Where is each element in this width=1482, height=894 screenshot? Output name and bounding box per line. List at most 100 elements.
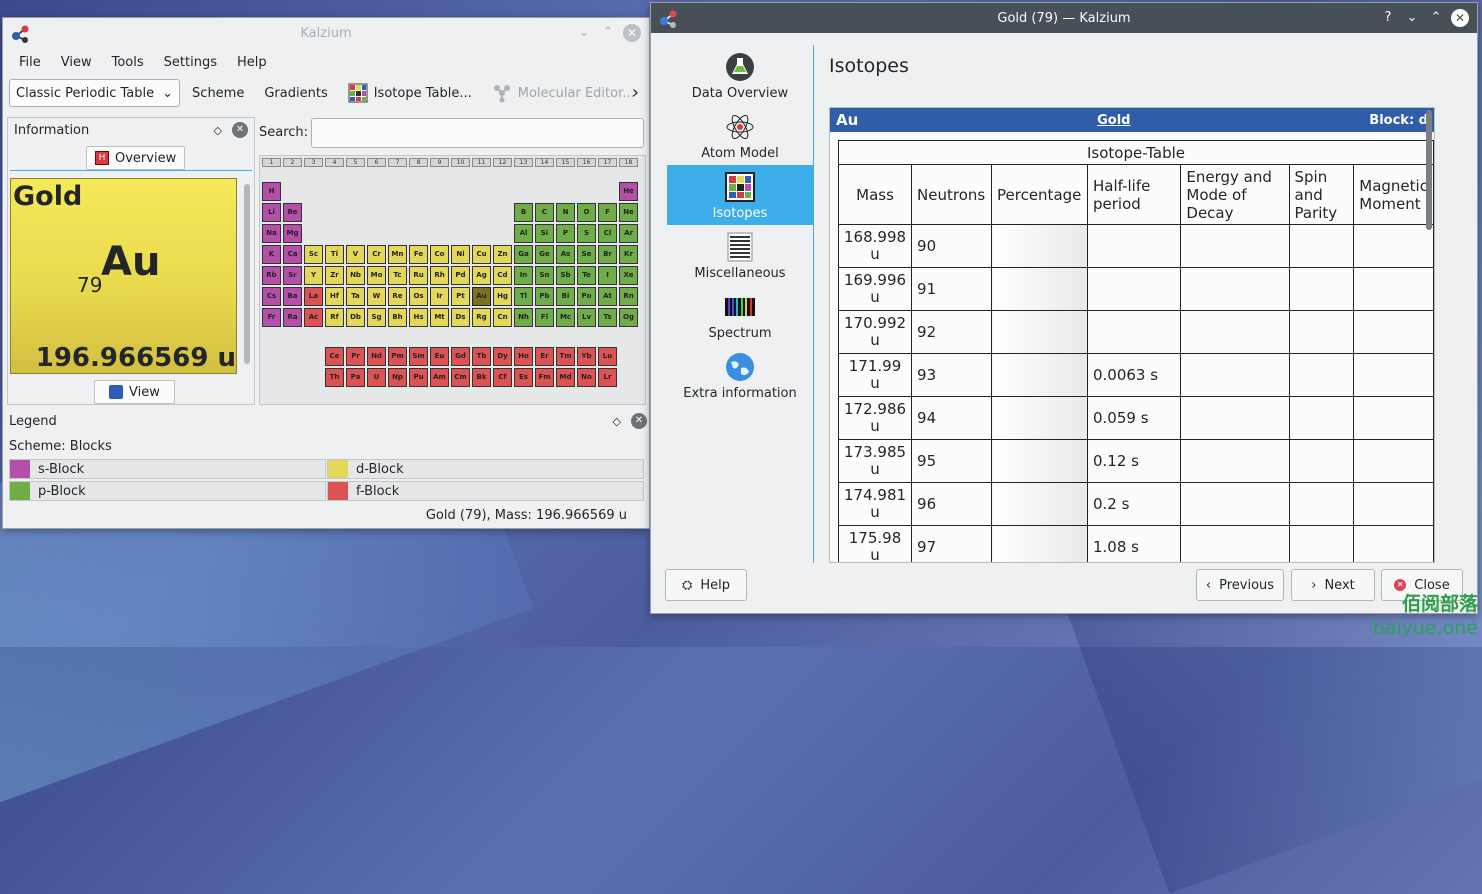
element-md[interactable]: Md [556,368,575,387]
help-button[interactable]: ⛭ Help [665,569,747,601]
minimize-icon[interactable]: ⌄ [575,24,593,42]
group-label[interactable]: 3 [304,158,323,167]
element-h[interactable]: H [262,182,281,201]
element-zn[interactable]: Zn [493,245,512,264]
element-cr[interactable]: Cr [367,245,386,264]
element-rf[interactable]: Rf [325,308,344,327]
element-hs[interactable]: Hs [409,308,428,327]
group-label[interactable]: 6 [367,158,386,167]
element-at[interactable]: At [598,287,617,306]
element-ds[interactable]: Ds [451,308,470,327]
scheme-button[interactable]: Scheme [184,86,252,101]
tab-overview[interactable]: H Overview [86,146,186,170]
element-au[interactable]: Au [472,287,491,306]
close-icon[interactable]: ✕ [623,24,641,42]
group-label[interactable]: 13 [514,158,533,167]
element-np[interactable]: Np [388,368,407,387]
element-sr[interactable]: Sr [283,266,302,285]
element-ni[interactable]: Ni [451,245,470,264]
isotope-table-button[interactable]: Isotope Table... [340,83,480,103]
element-eu[interactable]: Eu [430,347,449,366]
element-b[interactable]: B [514,203,533,222]
group-label[interactable]: 4 [325,158,344,167]
element-tm[interactable]: Tm [556,347,575,366]
element-cu[interactable]: Cu [472,245,491,264]
info-scrollbar[interactable] [244,184,250,364]
element-ge[interactable]: Ge [535,245,554,264]
element-tc[interactable]: Tc [388,266,407,285]
sidebar-item-data-overview[interactable]: Data Overview [667,45,813,105]
element-tb[interactable]: Tb [472,347,491,366]
element-ra[interactable]: Ra [283,308,302,327]
element-mg[interactable]: Mg [283,224,302,243]
element-s[interactable]: S [577,224,596,243]
element-pm[interactable]: Pm [388,347,407,366]
element-sn[interactable]: Sn [535,266,554,285]
element-w[interactable]: W [367,287,386,306]
element-p[interactable]: P [556,224,575,243]
legend-item-p-block[interactable]: p-Block [9,481,326,501]
group-label[interactable]: 10 [451,158,470,167]
element-rh[interactable]: Rh [430,266,449,285]
menu-tools[interactable]: Tools [102,55,154,70]
element-lu[interactable]: Lu [598,347,617,366]
content-scrollbar[interactable] [1426,110,1432,230]
element-te[interactable]: Te [577,266,596,285]
element-mc[interactable]: Mc [556,308,575,327]
search-input[interactable] [311,118,644,148]
element-ta[interactable]: Ta [346,287,365,306]
element-y[interactable]: Y [304,266,323,285]
group-label[interactable]: 17 [598,158,617,167]
maximize-icon[interactable]: ⌃ [599,24,617,42]
element-si[interactable]: Si [535,224,554,243]
element-al[interactable]: Al [514,224,533,243]
gradients-button[interactable]: Gradients [256,86,335,101]
element-la[interactable]: La [304,287,323,306]
next-button[interactable]: › Next [1291,569,1375,601]
element-lr[interactable]: Lr [598,368,617,387]
sidebar-item-isotopes[interactable]: Isotopes [667,165,813,225]
close-icon[interactable]: ✕ [1451,9,1469,27]
element-mo[interactable]: Mo [367,266,386,285]
group-label[interactable]: 2 [283,158,302,167]
element-ce[interactable]: Ce [325,347,344,366]
element-db[interactable]: Db [346,308,365,327]
element-cn[interactable]: Cn [493,308,512,327]
element-he[interactable]: He [619,182,638,201]
element-ca[interactable]: Ca [283,245,302,264]
element-am[interactable]: Am [430,368,449,387]
minimize-icon[interactable]: ⌄ [1403,9,1421,27]
legend-item-d-block[interactable]: d-Block [327,459,644,479]
element-as[interactable]: As [556,245,575,264]
previous-button[interactable]: ‹ Previous [1196,569,1284,601]
element-o[interactable]: O [577,203,596,222]
element-pa[interactable]: Pa [346,368,365,387]
element-ba[interactable]: Ba [283,287,302,306]
element-ti[interactable]: Ti [325,245,344,264]
element-bi[interactable]: Bi [556,287,575,306]
element-fr[interactable]: Fr [262,308,281,327]
group-label[interactable]: 15 [556,158,575,167]
help-icon[interactable]: ? [1379,9,1397,27]
element-os[interactable]: Os [409,287,428,306]
element-ho[interactable]: Ho [514,347,533,366]
element-n[interactable]: N [556,203,575,222]
element-c[interactable]: C [535,203,554,222]
group-label[interactable]: 16 [577,158,596,167]
element-pu[interactable]: Pu [409,368,428,387]
element-ru[interactable]: Ru [409,266,428,285]
element-fe[interactable]: Fe [409,245,428,264]
element-pt[interactable]: Pt [451,287,470,306]
float-icon[interactable]: ◇ [613,415,621,428]
menu-view[interactable]: View [51,55,102,70]
group-label[interactable]: 5 [346,158,365,167]
element-pr[interactable]: Pr [346,347,365,366]
element-sb[interactable]: Sb [556,266,575,285]
element-nd[interactable]: Nd [367,347,386,366]
element-nh[interactable]: Nh [514,308,533,327]
element-cl[interactable]: Cl [598,224,617,243]
group-label[interactable]: 12 [493,158,512,167]
element-ac[interactable]: Ac [304,308,323,327]
element-na[interactable]: Na [262,224,281,243]
element-nb[interactable]: Nb [346,266,365,285]
